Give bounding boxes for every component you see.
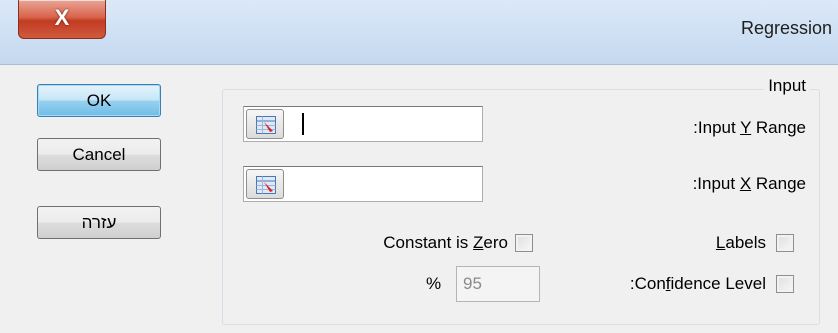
input-y-range-input[interactable] [292,110,476,140]
title-bar: X Regression [0,0,838,65]
constant-is-zero-label: Constant is Zero [383,233,508,252]
input-x-range-field[interactable] [243,166,483,202]
labels-checkbox[interactable] [776,234,794,252]
cancel-button[interactable]: Cancel [37,138,161,171]
close-button[interactable]: X [18,0,106,39]
y-range-selector-button[interactable] [246,109,284,139]
constant-is-zero-checkbox[interactable] [515,234,533,252]
input-x-range-label: :Input X Range [692,174,806,193]
input-x-range-input[interactable] [292,170,476,200]
percent-sign: % [426,274,442,293]
dialog-body: OK Cancel עזרה Input :Input Y Range:Inp… [0,65,838,333]
input-y-range-field[interactable] [243,106,483,142]
input-y-range-label: :Input Y Range [693,118,806,137]
labels-label: Labels [715,233,766,252]
input-group-label: Input [764,76,810,96]
text-caret [302,113,304,135]
confidence-level-label: :Confidence Level [629,274,766,293]
x-range-selector-button[interactable] [246,169,284,199]
window-title: Regression [740,18,832,38]
range-selector-icon [256,116,276,134]
confidence-level-input[interactable] [456,266,540,302]
range-selector-icon [256,176,276,194]
close-icon: X [54,5,70,30]
ok-button[interactable]: OK [37,84,161,117]
confidence-level-checkbox[interactable] [776,275,794,293]
help-button[interactable]: עזרה [37,206,161,239]
